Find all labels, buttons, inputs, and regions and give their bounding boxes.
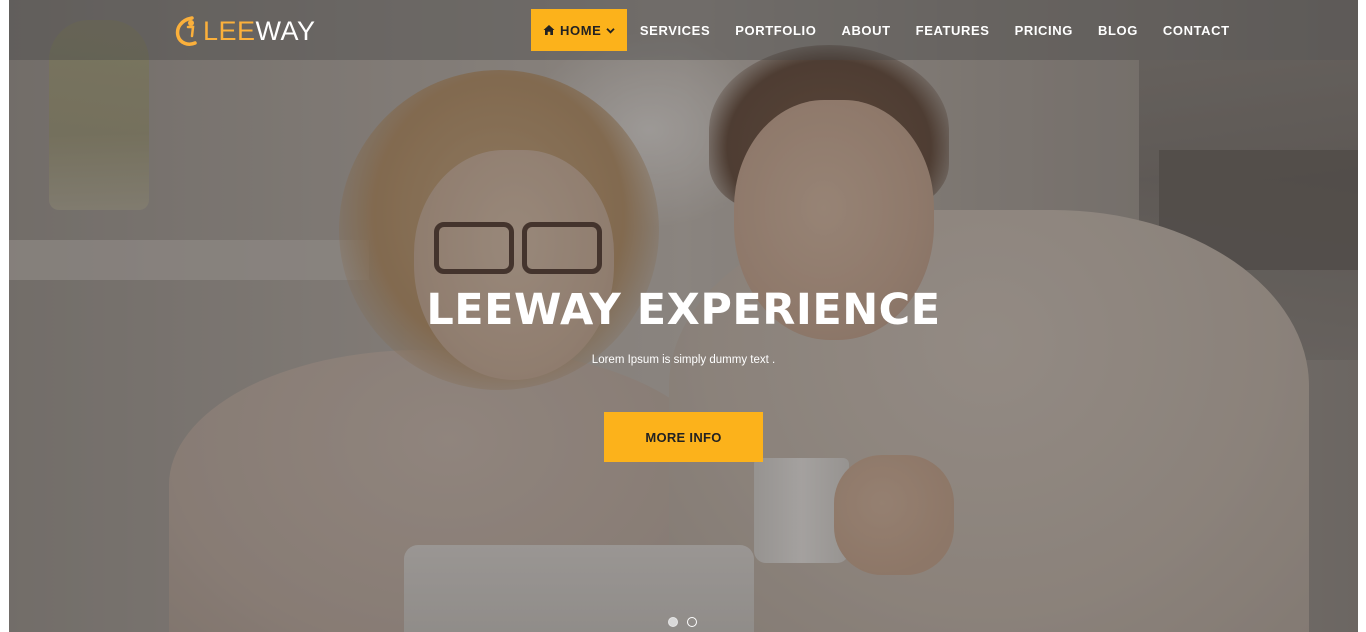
main-nav-menu: HOME SERVICES PORTFOLIO ABOUT FEATURES P… — [531, 9, 1242, 51]
logo-wordmark: LEEWAY — [203, 14, 316, 48]
nav-item-label: PRICING — [1014, 22, 1073, 38]
nav-item-label: SERVICES — [639, 22, 711, 38]
more-info-button[interactable]: MORE INFO — [604, 412, 763, 462]
chevron-down-icon — [606, 26, 616, 35]
nav-item-label: HOME — [560, 22, 602, 38]
top-navbar: LEEWAY HOME SERVICES PORTFOLIO ABOUT FEA… — [9, 0, 1358, 60]
logo-text-way: WAY — [255, 16, 316, 46]
brand-logo[interactable]: LEEWAY — [175, 11, 316, 51]
nav-item-label: ABOUT — [841, 22, 891, 38]
nav-item-home[interactable]: HOME — [531, 9, 628, 51]
hero-subtitle: Lorem Ipsum is simply dummy text . — [591, 354, 776, 366]
nav-item-pricing[interactable]: PRICING — [1002, 9, 1085, 51]
nav-item-label: CONTACT — [1162, 22, 1230, 38]
slider-pagination — [668, 616, 706, 628]
nav-item-portfolio[interactable]: PORTFOLIO — [723, 9, 829, 51]
nav-item-about[interactable]: ABOUT — [829, 9, 903, 51]
nav-item-label: PORTFOLIO — [735, 22, 817, 38]
slider-dot-2[interactable] — [687, 617, 697, 627]
nav-item-services[interactable]: SERVICES — [627, 9, 722, 51]
home-icon — [543, 24, 555, 36]
nav-item-blog[interactable]: BLOG — [1085, 9, 1150, 51]
hero-title: LEEWAY EXPERIENCE — [426, 285, 941, 335]
logo-swoosh-icon — [175, 14, 201, 48]
nav-item-contact[interactable]: CONTACT — [1150, 9, 1242, 51]
slider-dot-1[interactable] — [668, 617, 678, 627]
nav-item-label: BLOG — [1097, 22, 1138, 38]
nav-item-label: FEATURES — [915, 22, 990, 38]
nav-item-features[interactable]: FEATURES — [903, 9, 1002, 51]
hero-section: LEEWAY HOME SERVICES PORTFOLIO ABOUT FEA… — [9, 0, 1358, 632]
logo-text-lee: LEE — [203, 16, 256, 46]
